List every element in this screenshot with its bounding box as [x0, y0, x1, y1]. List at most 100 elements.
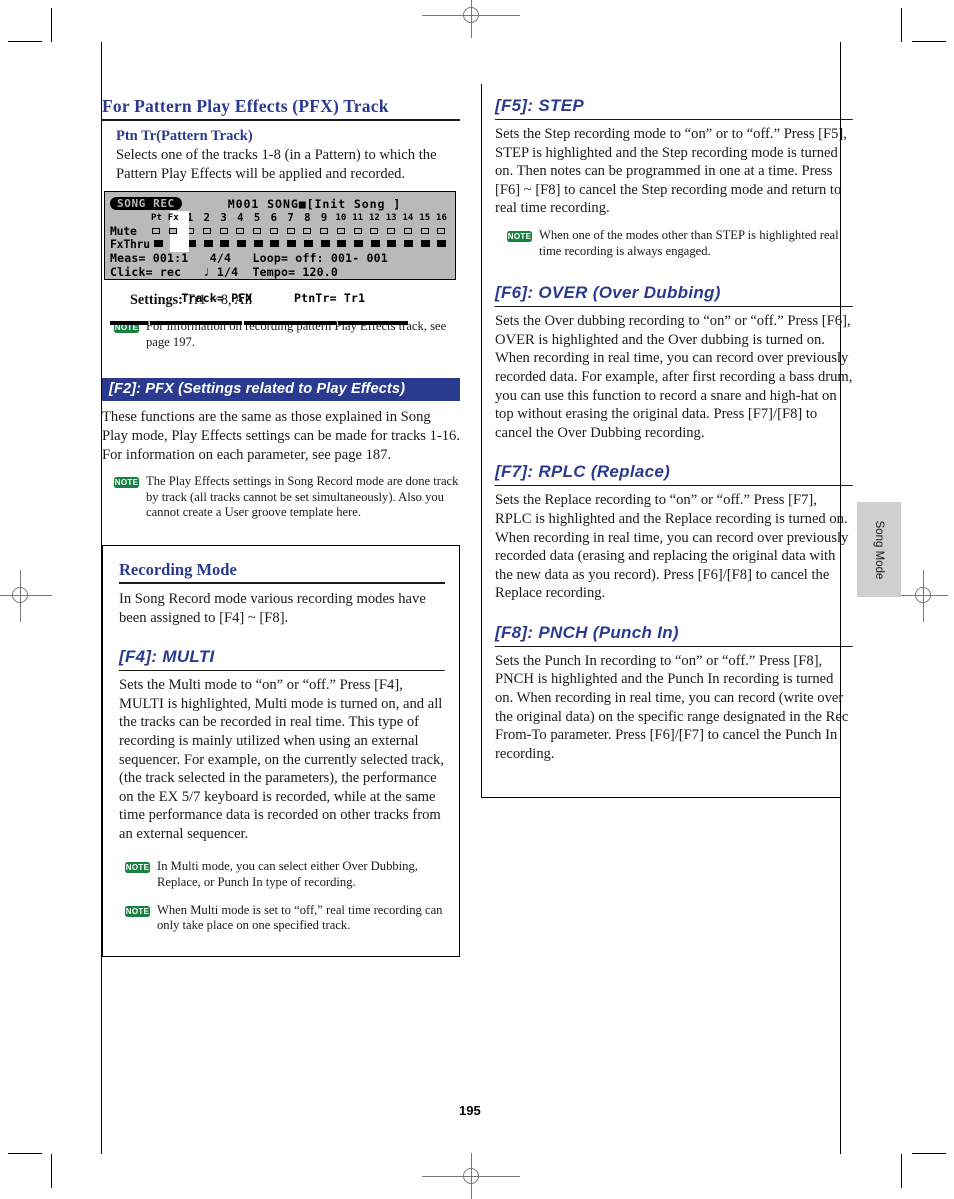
lcd-thru-12 [367, 238, 384, 251]
crop-mark-bottom-left-horizontal [8, 1153, 42, 1154]
lcd-col-15: 15 [419, 213, 431, 224]
f6-body: Sets the Over dubbing recording to “on” … [495, 313, 853, 441]
note-multi-1-text: In Multi mode, you can select either Ove… [157, 859, 418, 890]
lcd-col-4: 4 [237, 212, 244, 225]
ptn-tr-body: Selects one of the tracks 1-8 (in a Patt… [116, 147, 437, 182]
heading-f6-over-label: [F6]: OVER (Over Dubbing) [495, 283, 721, 303]
lcd-mute-3 [215, 225, 232, 238]
lcd-thru-3 [217, 238, 234, 251]
lcd-col-6: 6 [270, 212, 278, 225]
left-column: For Pattern Play Effects (PFX) Track Ptn… [102, 96, 460, 957]
lcd-col-5: 5 [253, 212, 261, 225]
lcd-track-grid: Pt Fx 1 2 3 4 5 6 7 8 9 10 11 12 13 14 1 [110, 211, 450, 253]
lcd-track-value: Track= PFX [181, 291, 253, 306]
lcd-fxthru-label: FxThru [110, 237, 150, 252]
lcd-mute-10 [333, 225, 350, 238]
lcd-mute-label: Mute [110, 224, 137, 239]
recording-mode-box: Recording Mode In Song Record mode vario… [102, 544, 460, 957]
crop-mark-bottom-left-vertical [51, 1154, 52, 1188]
note-f2-pfx-text: The Play Effects settings in Song Record… [146, 474, 459, 520]
crop-mark-top-left-vertical [51, 8, 52, 42]
side-tab-song-mode: Song Mode [857, 502, 901, 597]
lcd-col-14: 14 [402, 213, 414, 224]
crop-mark-top-right-horizontal [912, 41, 946, 42]
lcd-thru-pt [150, 238, 167, 251]
section-heading-f2-pfx: [F2]: PFX (Settings related to Play Effe… [102, 378, 460, 402]
lcd-thru-6 [267, 238, 284, 251]
lcd-softkey-bar [110, 321, 450, 326]
f4-body: Sets the Multi mode to “on” or “off.” Pr… [119, 677, 444, 842]
lcd-thru-7 [283, 238, 300, 251]
lcd-col-9: 9 [320, 212, 328, 225]
f7-body: Sets the Replace recording to “on” or “o… [495, 492, 849, 602]
section-heading-pfx-track: For Pattern Play Effects (PFX) Track [102, 96, 460, 121]
side-tab-label: Song Mode [873, 520, 885, 579]
heading-recording-mode: Recording Mode [119, 560, 445, 584]
recording-mode-body: In Song Record mode various recording mo… [119, 590, 426, 626]
lcd-col-2: 2 [203, 212, 210, 225]
lcd-mute-12 [366, 225, 383, 238]
lcd-col-pt: Pt [151, 213, 162, 224]
lcd-mute-5 [249, 225, 266, 238]
lcd-col-10: 10 [335, 213, 347, 224]
f5-body: Sets the Step recording mode to “on” or … [495, 126, 847, 217]
note-icon: NOTE [125, 905, 150, 917]
registration-mark-right [896, 570, 948, 622]
heading-f8-pnch-label: [F8]: PNCH (Punch In) [495, 622, 679, 642]
lcd-title-row: SONG REC M001 SONG■[Init Song ] [110, 196, 450, 211]
note-icon: NOTE [507, 230, 532, 242]
lcd-mute-14 [400, 225, 417, 238]
lcd-mute-fx [165, 225, 182, 238]
crop-mark-top-left-horizontal [8, 41, 42, 42]
heading-f8-pnch: [F8]: PNCH (Punch In) [494, 622, 854, 647]
lcd-mute-pt [148, 225, 165, 238]
lcd-thru-11 [350, 238, 367, 251]
lcd-softkey-4 [338, 321, 408, 326]
lcd-col-13: 13 [385, 213, 397, 224]
crop-mark-bottom-right-vertical [901, 1154, 902, 1188]
lcd-softkey-2 [150, 321, 242, 326]
lcd-mute-13 [383, 225, 400, 238]
lcd-thru-4 [233, 238, 250, 251]
lcd-mute-2 [198, 225, 215, 238]
lcd-mute-9 [316, 225, 333, 238]
lcd-song-title: M001 SONG■[Init Song ] [227, 196, 402, 211]
lcd-mute-16 [433, 225, 450, 238]
lcd-parameter-lines: Meas= 001:1 4/4 Loop= off: 001- 001 Clic… [110, 251, 450, 319]
lcd-fxthru-row: FxThru [110, 238, 450, 251]
registration-mark-left [0, 570, 52, 622]
page-number: 195 [459, 1103, 481, 1118]
crop-mark-bottom-right-horizontal [912, 1153, 946, 1154]
lcd-mode-pill: SONG REC [110, 197, 182, 211]
lcd-line-click: Click= rec ♩ 1/4 Tempo= 120.0 [110, 264, 338, 279]
note-multi-2: NOTE When Multi mode is set to “off,” re… [125, 903, 445, 934]
note-f2-pfx: NOTE The Play Effects settings in Song R… [114, 474, 460, 521]
f8-body: Sets the Punch In recording to “on” or “… [495, 652, 849, 762]
lcd-thru-5 [250, 238, 267, 251]
lcd-mute-4 [232, 225, 249, 238]
note-icon: NOTE [114, 477, 139, 489]
lcd-mute-11 [349, 225, 366, 238]
heading-f7-rplc-label: [F7]: RPLC (Replace) [495, 462, 671, 482]
lcd-thru-15 [417, 238, 434, 251]
lcd-col-8: 8 [304, 212, 311, 225]
lcd-thru-13 [383, 238, 400, 251]
lcd-softkey-1 [110, 321, 148, 326]
lcd-col-12: 12 [368, 213, 380, 224]
lcd-thru-10 [333, 238, 350, 251]
lcd-line-track: Track= PFX PtnTr= Tr1 [110, 279, 450, 319]
note-multi-1: NOTE In Multi mode, you can select eithe… [125, 859, 445, 890]
lcd-mute-row: Mute [110, 225, 450, 238]
heading-f4-multi-label: [F4]: MULTI [119, 647, 215, 667]
lcd-col-3: 3 [220, 212, 227, 225]
lcd-col-16: 16 [436, 213, 447, 224]
f2-body: These functions are the same as those ex… [102, 409, 460, 463]
lcd-col-fx: Fx [167, 213, 179, 224]
heading-f4-multi: [F4]: MULTI [118, 647, 446, 672]
heading-f5-step-label: [F5]: STEP [495, 96, 584, 115]
crop-mark-top-right-vertical [901, 8, 902, 42]
lcd-mute-7 [282, 225, 299, 238]
subheading-ptn-tr: Ptn Tr(Pattern Track) [116, 128, 253, 144]
heading-f6-over: [F6]: OVER (Over Dubbing) [494, 283, 854, 308]
heading-f7-rplc: [F7]: RPLC (Replace) [494, 462, 854, 487]
